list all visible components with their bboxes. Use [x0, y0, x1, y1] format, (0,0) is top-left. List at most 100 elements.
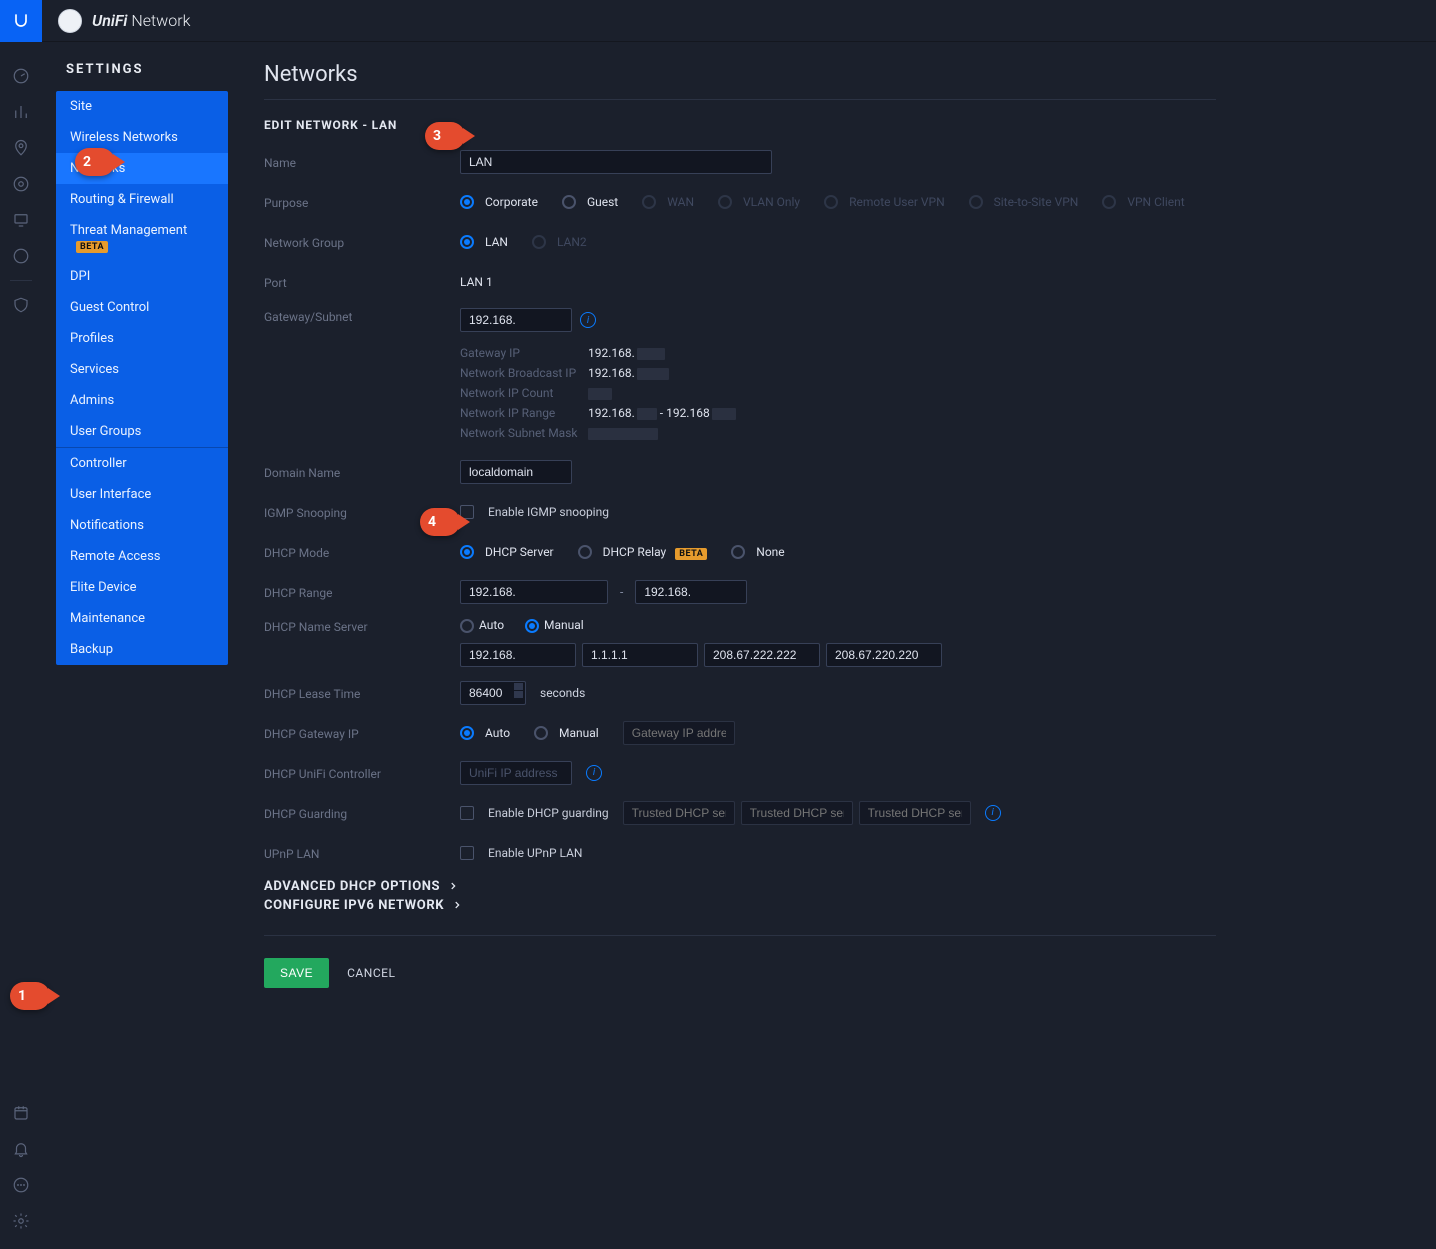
- radio-dhcp-relay[interactable]: [578, 545, 592, 559]
- sidebar-item-notifications[interactable]: Notifications: [56, 510, 228, 541]
- sidebar-item-threat[interactable]: Threat ManagementBETA: [56, 215, 228, 261]
- sidebar-title: SETTINGS: [66, 62, 234, 77]
- label-dhcpgw: DHCP Gateway IP: [264, 725, 460, 741]
- events-icon[interactable]: [0, 1095, 42, 1131]
- label-guard: DHCP Guarding: [264, 805, 460, 821]
- advanced-dhcp-toggle[interactable]: ADVANCED DHCP OPTIONS: [264, 879, 1216, 894]
- label-port: Port: [264, 274, 460, 290]
- callout-3: 3: [425, 122, 465, 150]
- label-name: Name: [264, 154, 460, 170]
- radio-purpose-s2svpn: [969, 195, 983, 209]
- label-domain: Domain Name: [264, 464, 460, 480]
- section-title: EDIT NETWORK - LAN: [264, 118, 1216, 132]
- domain-input[interactable]: [460, 460, 572, 484]
- port-value: LAN 1: [460, 275, 493, 289]
- divider: [264, 935, 1216, 936]
- sidebar-item-profiles[interactable]: Profiles: [56, 323, 228, 354]
- unifi-controller-input[interactable]: [460, 761, 572, 785]
- dhcp-range-start[interactable]: [460, 580, 608, 604]
- sidebar-item-site[interactable]: Site: [56, 91, 228, 122]
- sidebar-item-backup[interactable]: Backup: [56, 634, 228, 665]
- sidebar-item-routing[interactable]: Routing & Firewall: [56, 184, 228, 215]
- rail-separator: [10, 280, 32, 281]
- info-icon[interactable]: i: [586, 765, 602, 781]
- sidebar-nav: Site Wireless Networks Networks Routing …: [56, 91, 228, 665]
- info-icon[interactable]: i: [580, 312, 596, 328]
- label-dhcpmode: DHCP Mode: [264, 544, 460, 560]
- number-stepper[interactable]: [514, 683, 523, 699]
- radio-dns-auto[interactable]: [460, 619, 474, 633]
- sidebar-item-ui[interactable]: User Interface: [56, 479, 228, 510]
- info-icon[interactable]: i: [985, 805, 1001, 821]
- clients-icon[interactable]: [0, 202, 42, 238]
- upnp-checkbox[interactable]: [460, 846, 474, 860]
- sidebar-item-usergroups[interactable]: User Groups: [56, 416, 228, 447]
- label-bcast: Network Broadcast IP: [460, 366, 588, 380]
- nav-rail: [0, 0, 42, 1249]
- sidebar-item-remote[interactable]: Remote Access: [56, 541, 228, 572]
- controller-orb-icon[interactable]: [58, 9, 82, 33]
- radio-netgroup-lan2: [532, 235, 546, 249]
- sidebar-item-services[interactable]: Services: [56, 354, 228, 385]
- radio-dhcp-server[interactable]: [460, 545, 474, 559]
- guard1-input: [623, 801, 735, 825]
- guard2-input: [741, 801, 853, 825]
- dns4-input[interactable]: [826, 643, 942, 667]
- sidebar-item-elite[interactable]: Elite Device: [56, 572, 228, 603]
- label-iprange: Network IP Range: [460, 406, 588, 420]
- radio-netgroup-lan[interactable]: [460, 235, 474, 249]
- gateway-input[interactable]: [460, 308, 572, 332]
- stats-icon[interactable]: [0, 94, 42, 130]
- radio-dns-manual[interactable]: [525, 619, 539, 633]
- label-netgroup: Network Group: [264, 234, 460, 250]
- main-panel: Networks EDIT NETWORK - LAN Name Purpose…: [258, 42, 1436, 1249]
- gw-ip-input: [623, 721, 735, 745]
- alerts-icon[interactable]: [0, 1131, 42, 1167]
- guard-checkbox[interactable]: [460, 806, 474, 820]
- settings-gear-icon[interactable]: [0, 1203, 42, 1239]
- radio-dhcp-none[interactable]: [731, 545, 745, 559]
- radio-gw-auto[interactable]: [460, 726, 474, 740]
- shield-icon[interactable]: [0, 287, 42, 323]
- settings-sidebar: SETTINGS Site Wireless Networks Networks…: [42, 42, 258, 1249]
- label-ipcount: Network IP Count: [460, 386, 588, 400]
- guard3-input: [859, 801, 971, 825]
- dhcp-range-end[interactable]: [635, 580, 747, 604]
- insights-icon[interactable]: [0, 238, 42, 274]
- chevron-right-icon: [448, 881, 458, 891]
- label-purpose: Purpose: [264, 194, 460, 210]
- radio-gw-manual[interactable]: [534, 726, 548, 740]
- sidebar-item-guest[interactable]: Guest Control: [56, 292, 228, 323]
- dns1-input[interactable]: [460, 643, 576, 667]
- ipv6-toggle[interactable]: CONFIGURE IPV6 NETWORK: [264, 898, 1216, 913]
- callout-1: 1: [10, 982, 50, 1010]
- save-button[interactable]: SAVE: [264, 958, 329, 988]
- brand-name: UniFi Network: [92, 11, 190, 30]
- dns2-input[interactable]: [582, 643, 698, 667]
- label-upnp: UPnP LAN: [264, 845, 460, 861]
- devices-icon[interactable]: [0, 166, 42, 202]
- sidebar-item-controller[interactable]: Controller: [56, 448, 228, 479]
- radio-purpose-corporate[interactable]: [460, 195, 474, 209]
- radio-purpose-guest[interactable]: [562, 195, 576, 209]
- radio-purpose-remotevpn: [824, 195, 838, 209]
- cancel-button[interactable]: CANCEL: [347, 966, 395, 980]
- name-input[interactable]: [460, 150, 772, 174]
- label-dhcpctrl: DHCP UniFi Controller: [264, 765, 460, 781]
- sidebar-item-maintenance[interactable]: Maintenance: [56, 603, 228, 634]
- chevron-right-icon: [452, 900, 462, 910]
- sidebar-item-dpi[interactable]: DPI: [56, 261, 228, 292]
- unifi-logo[interactable]: [0, 0, 42, 42]
- sidebar-item-wireless[interactable]: Wireless Networks: [56, 122, 228, 153]
- radio-purpose-wan: [642, 195, 656, 209]
- sidebar-item-admins[interactable]: Admins: [56, 385, 228, 416]
- label-gwip: Gateway IP: [460, 346, 588, 360]
- label-gateway: Gateway/Subnet: [264, 308, 460, 324]
- chat-icon[interactable]: [0, 1167, 42, 1203]
- divider: [264, 99, 1216, 100]
- dashboard-icon[interactable]: [0, 58, 42, 94]
- radio-purpose-vpnclient: [1102, 195, 1116, 209]
- label-dhcpns: DHCP Name Server: [264, 618, 460, 634]
- dns3-input[interactable]: [704, 643, 820, 667]
- map-icon[interactable]: [0, 130, 42, 166]
